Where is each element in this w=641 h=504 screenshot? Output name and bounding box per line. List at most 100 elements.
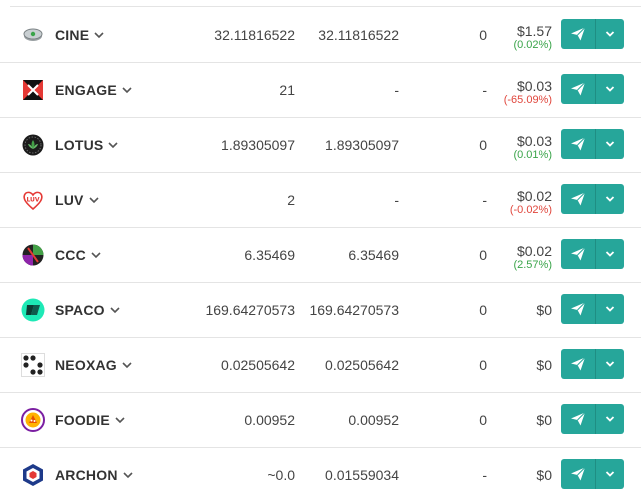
staked-value: - bbox=[482, 467, 487, 483]
price-cell: $1.57 (0.02%) bbox=[513, 23, 552, 52]
ccc-logo-icon bbox=[21, 243, 45, 267]
chevron-down-icon bbox=[605, 141, 615, 147]
token-selector[interactable]: ENGAGE bbox=[55, 82, 133, 98]
action-button-group bbox=[561, 184, 624, 214]
available-value: 6.35469 bbox=[348, 247, 399, 263]
action-button-group bbox=[561, 239, 624, 269]
token-selector[interactable]: FOODIE bbox=[55, 412, 126, 428]
send-button[interactable] bbox=[561, 239, 596, 269]
paper-plane-icon bbox=[571, 467, 586, 481]
token-symbol: SPACO bbox=[55, 302, 105, 318]
token-symbol: CINE bbox=[55, 27, 90, 43]
price-value: $0.02 bbox=[516, 188, 552, 204]
balance-value: 32.11816522 bbox=[214, 27, 295, 43]
table-row: LOTUS 1.89305097 1.89305097 0 $0.03 (0.0… bbox=[0, 117, 641, 173]
chevron-down-icon bbox=[605, 86, 615, 92]
token-selector[interactable]: CINE bbox=[55, 27, 105, 43]
available-value: - bbox=[394, 82, 399, 98]
chevron-down-icon bbox=[605, 251, 615, 257]
send-button[interactable] bbox=[561, 184, 596, 214]
send-button[interactable] bbox=[561, 294, 596, 324]
table-row: NEOXAG 0.02505642 0.02505642 0 $0 bbox=[0, 337, 641, 393]
action-button-group bbox=[561, 294, 624, 324]
send-button[interactable] bbox=[561, 19, 596, 49]
price-value: $0 bbox=[536, 412, 552, 428]
chevron-down-icon bbox=[110, 307, 120, 314]
chevron-down-icon bbox=[115, 417, 125, 424]
balance-value: 6.35469 bbox=[244, 247, 295, 263]
more-actions-button[interactable] bbox=[596, 74, 624, 104]
send-button[interactable] bbox=[561, 74, 596, 104]
more-actions-button[interactable] bbox=[596, 184, 624, 214]
paper-plane-icon bbox=[571, 137, 586, 151]
available-value: 1.89305097 bbox=[325, 137, 399, 153]
chevron-down-icon bbox=[605, 306, 615, 312]
token-selector[interactable]: ARCHON bbox=[55, 467, 134, 483]
luv-logo-icon: LUV bbox=[21, 188, 45, 212]
more-actions-button[interactable] bbox=[596, 294, 624, 324]
token-symbol: ENGAGE bbox=[55, 82, 117, 98]
more-actions-button[interactable] bbox=[596, 239, 624, 269]
table-row: LUV LUV 2 - - $0.02 (-0.02%) bbox=[0, 172, 641, 228]
chevron-down-icon bbox=[123, 472, 133, 479]
chevron-down-icon bbox=[108, 142, 119, 149]
paper-plane-icon bbox=[571, 357, 586, 371]
paper-plane-icon bbox=[571, 247, 586, 261]
staked-value: 0 bbox=[479, 357, 487, 373]
price-cell: $0.02 (2.57%) bbox=[513, 243, 552, 272]
price-cell: $0 bbox=[536, 357, 552, 373]
cine-logo-icon bbox=[21, 23, 45, 47]
price-value: $1.57 bbox=[516, 23, 552, 39]
staked-value: 0 bbox=[479, 137, 487, 153]
neoxag-logo-icon bbox=[21, 353, 45, 377]
action-button-group bbox=[561, 129, 624, 159]
token-symbol: NEOXAG bbox=[55, 357, 117, 373]
price-cell: $0.02 (-0.02%) bbox=[510, 188, 552, 217]
more-actions-button[interactable] bbox=[596, 349, 624, 379]
price-change: (-0.02%) bbox=[509, 204, 552, 216]
balance-value: ~0.0 bbox=[267, 467, 295, 483]
price-value: $0.03 bbox=[516, 133, 552, 149]
foodie-logo-icon bbox=[21, 408, 45, 432]
paper-plane-icon bbox=[571, 412, 586, 426]
table-row: CINE 32.11816522 32.11816522 0 $1.57 (0.… bbox=[0, 7, 641, 63]
price-change: (0.01%) bbox=[513, 149, 552, 161]
token-selector[interactable]: CCC bbox=[55, 247, 102, 263]
balance-value: 0.02505642 bbox=[221, 357, 295, 373]
chevron-down-icon bbox=[122, 87, 132, 94]
token-selector[interactable]: LOTUS bbox=[55, 137, 119, 153]
send-button[interactable] bbox=[561, 459, 596, 489]
token-symbol: ARCHON bbox=[55, 467, 118, 483]
more-actions-button[interactable] bbox=[596, 129, 624, 159]
more-actions-button[interactable] bbox=[596, 19, 624, 49]
paper-plane-icon bbox=[571, 302, 586, 316]
price-value: $0.02 bbox=[516, 243, 552, 259]
more-actions-button[interactable] bbox=[596, 459, 624, 489]
more-actions-button[interactable] bbox=[596, 404, 624, 434]
archon-logo-icon bbox=[21, 463, 45, 487]
table-row: CCC 6.35469 6.35469 0 $0.02 (2.57%) bbox=[0, 227, 641, 283]
token-table: CINE 32.11816522 32.11816522 0 $1.57 (0.… bbox=[0, 0, 641, 504]
price-cell: $0.03 (-65.09%) bbox=[504, 78, 552, 107]
send-button[interactable] bbox=[561, 349, 596, 379]
token-selector[interactable]: SPACO bbox=[55, 302, 121, 318]
paper-plane-icon bbox=[571, 27, 586, 41]
price-cell: $0 bbox=[536, 412, 552, 428]
action-button-group bbox=[561, 404, 624, 434]
send-button[interactable] bbox=[561, 404, 596, 434]
price-cell: $0.03 (0.01%) bbox=[513, 133, 552, 162]
chevron-down-icon bbox=[605, 361, 615, 367]
price-cell: $0 bbox=[536, 467, 552, 483]
token-symbol: CCC bbox=[55, 247, 86, 263]
price-change: (2.57%) bbox=[513, 259, 552, 271]
token-selector[interactable]: LUV bbox=[55, 192, 100, 208]
token-selector[interactable]: NEOXAG bbox=[55, 357, 133, 373]
send-button[interactable] bbox=[561, 129, 596, 159]
action-button-group bbox=[561, 459, 624, 489]
balance-value: 21 bbox=[279, 82, 295, 98]
price-value: $0 bbox=[536, 357, 552, 373]
paper-plane-icon bbox=[571, 192, 586, 206]
available-value: - bbox=[394, 192, 399, 208]
chevron-down-icon bbox=[122, 362, 132, 369]
lotus-logo-icon bbox=[21, 133, 45, 157]
